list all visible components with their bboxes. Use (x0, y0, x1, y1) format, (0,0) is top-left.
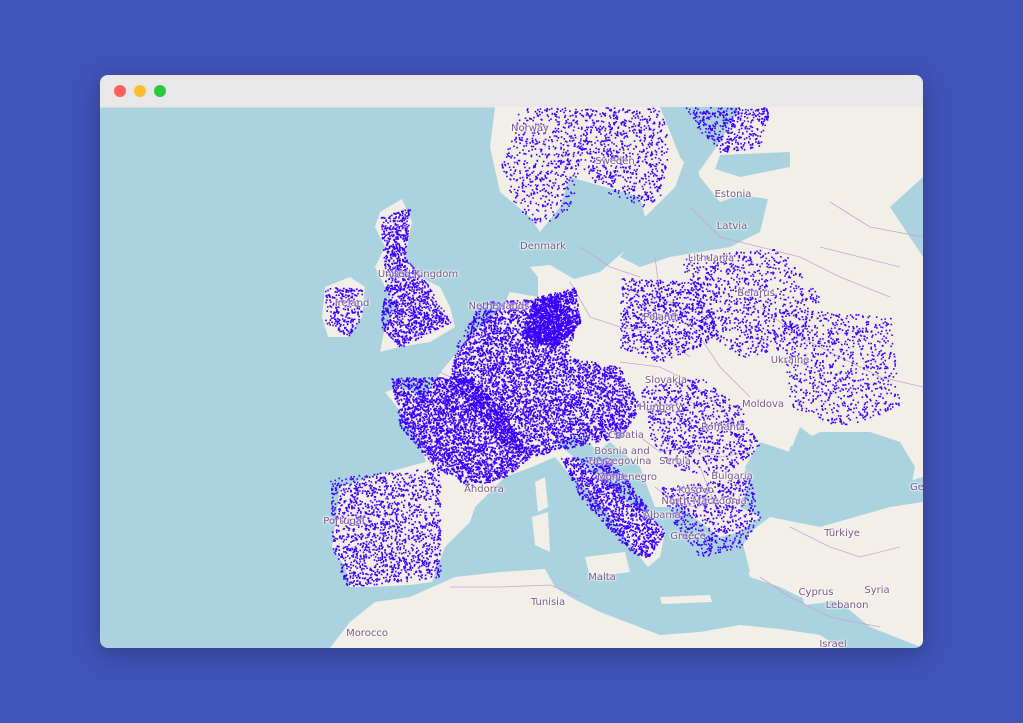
map-canvas[interactable] (100, 107, 923, 648)
map-label: Ge (910, 482, 923, 493)
map-label: Andorra (464, 484, 504, 495)
map-window: Norway Sweden Estonia Latvia Lithuania D… (100, 75, 923, 648)
map-label: Israel (819, 639, 847, 649)
close-button[interactable] (114, 85, 126, 97)
map-label: Cyprus (798, 587, 834, 598)
map-label: Portugal (323, 516, 365, 527)
map-label: United Kingdom (377, 269, 459, 280)
map-label: Herzegovina (588, 456, 652, 467)
map-label: Moldova (741, 399, 785, 410)
map-label: Tunisia (530, 597, 566, 608)
map-label: Norway (511, 123, 549, 134)
map-label: Montenegro (596, 472, 658, 483)
map-label: Estonia (714, 189, 752, 200)
crete (660, 595, 712, 604)
map-label: Romania (701, 422, 745, 433)
map-label: Morocco (346, 628, 388, 639)
map-label: Malta (588, 572, 616, 583)
minimize-button[interactable] (134, 85, 146, 97)
maximize-button[interactable] (154, 85, 166, 97)
map-label: Belarus (737, 288, 775, 299)
map-label: Syria (864, 585, 890, 596)
map-label: Albania (643, 510, 681, 521)
map-label: Ireland (334, 298, 370, 309)
map-label: Ukraine (770, 355, 810, 366)
map-label: Bulgaria (711, 471, 753, 482)
sardinia (532, 512, 550, 552)
window-titlebar (100, 75, 923, 108)
map-label: Sweden (595, 156, 635, 167)
map-label: Kosovo (678, 485, 714, 496)
map-label: Hungary (638, 402, 682, 413)
map-label: Serbia (659, 456, 691, 467)
map-label: Latvia (716, 221, 748, 232)
map-label: Poland (643, 312, 677, 323)
map-label: North Macedonia (661, 496, 747, 507)
map-view[interactable]: Norway Sweden Estonia Latvia Lithuania D… (100, 107, 923, 648)
map-label: Lebanon (825, 600, 869, 611)
turkey-anatolia (740, 502, 923, 648)
map-label: Türkiye (824, 528, 860, 539)
map-label: Croatia (608, 430, 644, 441)
black-sea (785, 432, 915, 502)
map-label: Lithuania (687, 253, 735, 264)
map-label: Denmark (520, 241, 566, 252)
map-label: Slovakia (645, 375, 687, 386)
corsica (535, 477, 548, 512)
map-label: Greece (670, 531, 706, 542)
map-label: Netherlands (468, 301, 530, 312)
